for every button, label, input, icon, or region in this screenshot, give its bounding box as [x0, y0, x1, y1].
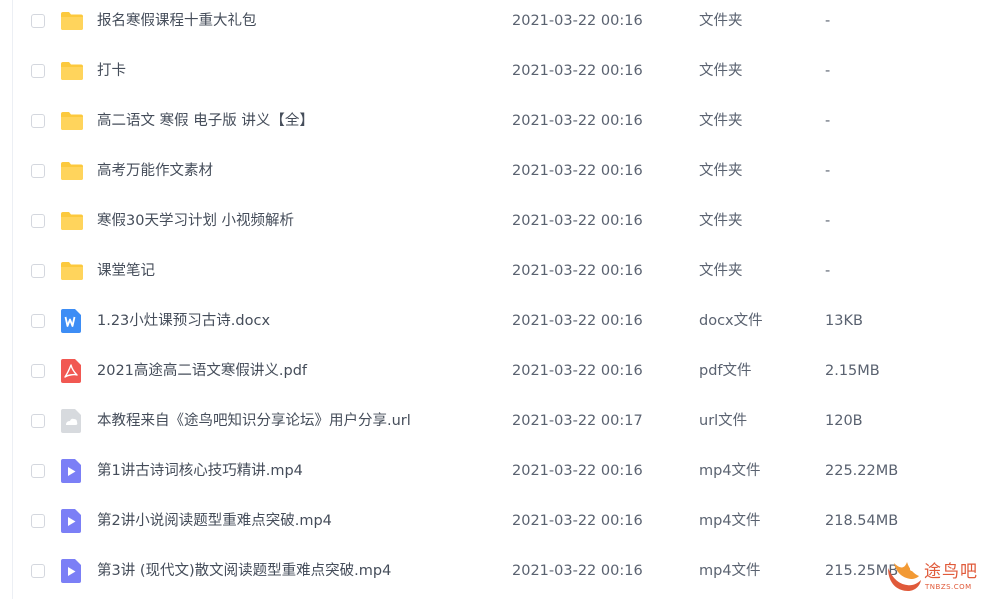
row-checkbox[interactable]	[31, 464, 45, 478]
file-type: 文件夹	[699, 163, 743, 179]
file-size: -	[825, 63, 831, 79]
file-name[interactable]: 高考万能作文素材	[97, 162, 213, 180]
file-list: 报名寒假课程十重大礼包 2021-03-22 00:16 文件夹 - 打卡 2021-03…	[0, 0, 987, 597]
folder-icon	[60, 110, 83, 134]
file-name[interactable]: 本教程来自《途鸟吧知识分享论坛》用户分享.url	[97, 412, 411, 430]
file-date: 2021-03-22 00:16	[512, 513, 643, 529]
file-row[interactable]: 1.23小灶课预习古诗.docx 2021-03-22 00:16 docx文件 13…	[0, 297, 987, 347]
video-file-icon	[61, 459, 83, 483]
file-date: 2021-03-22 00:17	[512, 413, 643, 429]
file-row[interactable]: 第2讲小说阅读题型重难点突破.mp4 2021-03-22 00:16 mp4文件 2…	[0, 497, 987, 547]
row-checkbox[interactable]	[31, 514, 45, 528]
url-file-icon	[61, 409, 83, 433]
file-type: pdf文件	[699, 363, 752, 379]
row-checkbox[interactable]	[31, 214, 45, 228]
file-type: 文件夹	[699, 213, 743, 229]
file-row[interactable]: 课堂笔记 2021-03-22 00:16 文件夹 -	[0, 247, 987, 297]
row-checkbox[interactable]	[31, 114, 45, 128]
file-date: 2021-03-22 00:16	[512, 113, 643, 129]
file-name[interactable]: 寒假30天学习计划 小视频解析	[97, 212, 294, 230]
file-row[interactable]: 高二语文 寒假 电子版 讲义【全】 2021-03-22 00:16 文件夹 -	[0, 97, 987, 147]
file-type: 文件夹	[699, 263, 743, 279]
row-checkbox[interactable]	[31, 14, 45, 28]
file-size: 2.15MB	[825, 363, 880, 379]
file-row[interactable]: 打卡 2021-03-22 00:16 文件夹 -	[0, 47, 987, 97]
watermark-subtitle: TNBZS.COM	[925, 583, 972, 591]
file-type: 文件夹	[699, 13, 743, 29]
file-row[interactable]: 本教程来自《途鸟吧知识分享论坛》用户分享.url 2021-03-22 00:17…	[0, 397, 987, 447]
folder-icon	[60, 160, 83, 184]
file-size: 218.54MB	[825, 513, 899, 529]
row-checkbox[interactable]	[31, 414, 45, 428]
word-file-icon	[61, 309, 83, 333]
video-file-icon	[61, 509, 83, 533]
file-row[interactable]: 高考万能作文素材 2021-03-22 00:16 文件夹 -	[0, 147, 987, 197]
file-type: mp4文件	[699, 513, 761, 529]
watermark: 途鸟吧 TNBZS.COM	[884, 558, 984, 596]
file-date: 2021-03-22 00:16	[512, 63, 643, 79]
row-checkbox[interactable]	[31, 64, 45, 78]
file-name[interactable]: 2021高途高二语文寒假讲义.pdf	[97, 362, 307, 380]
file-name[interactable]: 高二语文 寒假 电子版 讲义【全】	[97, 112, 314, 130]
file-type: mp4文件	[699, 563, 761, 579]
file-date: 2021-03-22 00:16	[512, 163, 643, 179]
file-date: 2021-03-22 00:16	[512, 363, 643, 379]
row-checkbox[interactable]	[31, 364, 45, 378]
file-row[interactable]: 报名寒假课程十重大礼包 2021-03-22 00:16 文件夹 -	[0, 0, 987, 47]
file-date: 2021-03-22 00:16	[512, 213, 643, 229]
file-name[interactable]: 第1讲古诗词核心技巧精讲.mp4	[97, 462, 303, 480]
file-size: -	[825, 163, 831, 179]
file-name[interactable]: 报名寒假课程十重大礼包	[97, 12, 257, 30]
file-date: 2021-03-22 00:16	[512, 263, 643, 279]
row-checkbox[interactable]	[31, 314, 45, 328]
file-type: 文件夹	[699, 63, 743, 79]
file-size: 225.22MB	[825, 463, 899, 479]
video-file-icon	[61, 559, 83, 583]
pdf-file-icon	[61, 359, 83, 383]
folder-icon	[60, 260, 83, 284]
file-size: 120B	[825, 413, 863, 429]
file-row[interactable]: 寒假30天学习计划 小视频解析 2021-03-22 00:16 文件夹 -	[0, 197, 987, 247]
file-type: url文件	[699, 413, 748, 429]
folder-icon	[60, 60, 83, 84]
file-row[interactable]: 第1讲古诗词核心技巧精讲.mp4 2021-03-22 00:16 mp4文件 225…	[0, 447, 987, 497]
file-size: 13KB	[825, 313, 863, 329]
file-type: 文件夹	[699, 113, 743, 129]
watermark-title: 途鸟吧	[924, 562, 978, 582]
file-type: docx文件	[699, 313, 763, 329]
file-type: mp4文件	[699, 463, 761, 479]
file-size: -	[825, 113, 831, 129]
file-date: 2021-03-22 00:16	[512, 13, 643, 29]
row-checkbox[interactable]	[31, 564, 45, 578]
file-size: -	[825, 13, 831, 29]
file-name[interactable]: 打卡	[97, 62, 126, 80]
file-name[interactable]: 第3讲 (现代文)散文阅读题型重难点突破.mp4	[97, 562, 391, 580]
folder-icon	[60, 210, 83, 234]
file-row[interactable]: 第3讲 (现代文)散文阅读题型重难点突破.mp4 2021-03-22 00:16…	[0, 547, 987, 597]
bird-logo-icon	[888, 562, 921, 591]
file-date: 2021-03-22 00:16	[512, 313, 643, 329]
file-name[interactable]: 1.23小灶课预习古诗.docx	[97, 312, 270, 330]
file-row[interactable]: 2021高途高二语文寒假讲义.pdf 2021-03-22 00:16 pdf文件 2…	[0, 347, 987, 397]
folder-icon	[60, 10, 83, 34]
file-size: -	[825, 263, 831, 279]
file-name[interactable]: 第2讲小说阅读题型重难点突破.mp4	[97, 512, 332, 530]
file-name[interactable]: 课堂笔记	[97, 262, 155, 280]
file-size: -	[825, 213, 831, 229]
file-date: 2021-03-22 00:16	[512, 463, 643, 479]
row-checkbox[interactable]	[31, 164, 45, 178]
file-date: 2021-03-22 00:16	[512, 563, 643, 579]
file-manager-window: 报名寒假课程十重大礼包 2021-03-22 00:16 文件夹 - 打卡 2021-03…	[0, 0, 987, 599]
row-checkbox[interactable]	[31, 264, 45, 278]
